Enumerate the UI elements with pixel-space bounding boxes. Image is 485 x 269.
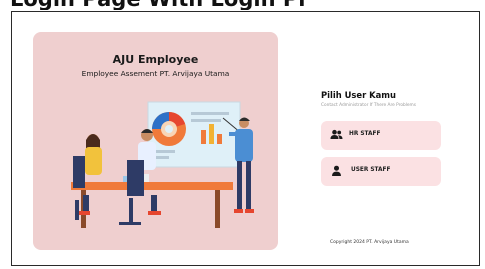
cropped-header-text: Login Page With Login Pi — [10, 0, 305, 10]
users-icon — [330, 129, 343, 139]
donut-chart-graphic — [152, 112, 186, 146]
copyright-text: Copyright 2024 PT. Arvijaya Utama — [330, 240, 409, 245]
brand-subtitle: Employee Assement PT. Arvijaya Utama — [81, 69, 230, 78]
contact-admin-hint: Contact Administrator If There Are Probl… — [321, 103, 416, 108]
hr-staff-button[interactable]: HR STAFF — [321, 121, 441, 150]
select-user-title: Pilih User Kamu — [321, 90, 396, 100]
brand-title: AJU Employee — [112, 53, 199, 66]
user-staff-label: USER STAFF — [351, 167, 391, 173]
user-staff-button[interactable]: USER STAFF — [321, 157, 441, 186]
team-meeting-illustration — [71, 101, 254, 228]
seated-woman-figure — [73, 134, 102, 220]
hr-staff-label: HR STAFF — [349, 131, 381, 137]
cropped-header: Login Page With Login Pi — [0, 0, 485, 10]
user-icon — [332, 165, 341, 176]
brand-panel: AJU Employee Employee Assement PT. Arvij… — [33, 32, 278, 250]
login-panel: Pilih User Kamu Contact Administrator If… — [321, 32, 451, 250]
